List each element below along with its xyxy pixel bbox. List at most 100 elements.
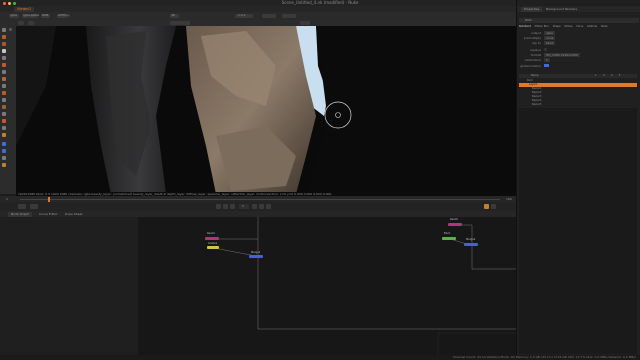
premultiply-label: premultiply — [523, 36, 541, 40]
gain-control[interactable] — [262, 13, 276, 18]
next-keyframe-button[interactable] — [259, 204, 264, 209]
tool-icon[interactable] — [2, 126, 6, 130]
replace-label: replace — [529, 48, 541, 52]
node-label: Grade1 — [208, 242, 218, 245]
bezier-icon[interactable] — [2, 35, 6, 39]
replace-checkbox[interactable] — [543, 48, 547, 51]
status-bar: Channel Count: 24 Localization Mode: On … — [0, 355, 640, 360]
select-icon[interactable] — [2, 28, 6, 32]
zoom-value: 1.2:1 — [238, 13, 246, 17]
smear-icon[interactable] — [2, 105, 6, 109]
tab-dope-sheet[interactable]: Dope Sheet — [62, 212, 86, 217]
tool-icon[interactable] — [2, 133, 6, 137]
roto-tool-button[interactable] — [28, 20, 34, 25]
node-blur1[interactable] — [442, 237, 456, 240]
subtab-clone[interactable]: Clone — [576, 25, 583, 28]
tab-node-graph[interactable]: Node Graph — [8, 211, 32, 217]
tab-background-renders[interactable]: Background Renders — [543, 7, 580, 12]
roto-option-dropdown[interactable] — [300, 20, 310, 25]
layer-name: Bezier3 — [532, 95, 542, 98]
node-header: Roto — [519, 18, 639, 23]
fps-field[interactable] — [18, 204, 26, 209]
global-motion-toggle[interactable] — [543, 64, 549, 67]
tool-icon[interactable] — [2, 163, 6, 167]
clip-to-label: clip to — [531, 41, 541, 45]
playhead[interactable] — [48, 196, 50, 202]
burn-icon[interactable] — [2, 119, 6, 123]
blur-icon[interactable] — [2, 91, 6, 95]
roto-tool-button[interactable] — [18, 20, 24, 25]
cache-button[interactable] — [491, 204, 496, 209]
node-merge2[interactable] — [464, 243, 478, 246]
format-dropdown[interactable]: HD_1080 1920x1080 — [543, 53, 580, 57]
tab-viewer1[interactable]: Viewer1 — [14, 6, 35, 12]
node-read2[interactable] — [448, 223, 462, 226]
subtab-node[interactable]: Node — [601, 25, 608, 28]
global-motion-label: global motion — [520, 64, 541, 68]
prev-keyframe-button[interactable] — [223, 204, 228, 209]
reveal-icon[interactable] — [2, 84, 6, 88]
zoom-window-icon[interactable] — [13, 1, 16, 5]
layers-header: Name L V C F — [519, 74, 637, 78]
channels-value: rgba — [10, 13, 17, 17]
layer-row[interactable]: Bezier5 — [519, 103, 637, 107]
output-row: output rgba — [519, 31, 637, 35]
replace-row: replace — [519, 48, 637, 52]
layer-name: Bezier2 — [532, 91, 542, 94]
motionblur-label: motionblur — [524, 58, 541, 62]
subtab-stroke[interactable]: Stroke — [564, 25, 572, 28]
motionblur-field[interactable]: 1 — [543, 58, 550, 62]
layer-name: Bezier4 — [532, 99, 542, 102]
properties-tab-bar: Properties Background Renders — [517, 6, 640, 12]
output-dropdown[interactable]: rgba — [543, 31, 555, 35]
properties-panel: Properties Background Renders Roto RotoP… — [516, 0, 640, 355]
premultiply-dropdown[interactable]: none — [543, 36, 556, 40]
active-tool-icon[interactable] — [2, 142, 6, 146]
frame-field[interactable] — [30, 204, 38, 209]
bspline-icon[interactable] — [2, 42, 6, 46]
last-frame-button[interactable] — [266, 204, 271, 209]
node-merge1[interactable] — [249, 255, 263, 258]
tool-option-icon[interactable] — [9, 28, 12, 31]
transport-bar: 1 — [0, 202, 520, 211]
clip-to-dropdown[interactable]: bbox — [543, 41, 556, 45]
layer-name: Root — [527, 79, 533, 82]
node-label: Merge2 — [466, 238, 476, 241]
subtab-motion-blur[interactable]: Motion Blur — [535, 25, 549, 28]
viewer-image[interactable] — [16, 26, 516, 194]
play-backward-button[interactable] — [230, 204, 235, 209]
clone-icon[interactable] — [2, 77, 6, 81]
tool-icon[interactable] — [2, 149, 6, 153]
node-read1[interactable] — [205, 237, 219, 240]
roto-option-dropdown[interactable] — [170, 20, 190, 25]
gamma-control[interactable] — [282, 13, 296, 18]
brush-icon[interactable] — [2, 63, 6, 67]
ellipse-icon[interactable] — [2, 49, 6, 53]
tab-properties[interactable]: Properties — [521, 6, 543, 12]
node-graph[interactable]: Read1 Grade1 Merge1 Read2 Blur1 Merge2 — [0, 217, 516, 355]
sharpen-icon[interactable] — [2, 98, 6, 102]
loop-button[interactable] — [484, 204, 489, 209]
dodge-icon[interactable] — [2, 112, 6, 116]
first-frame-button[interactable] — [216, 204, 221, 209]
minimize-window-icon[interactable] — [8, 1, 11, 5]
tool-icon[interactable] — [2, 156, 6, 160]
node-connections — [213, 217, 516, 355]
properties-empty-area — [519, 108, 637, 354]
subtab-lifetime[interactable]: Lifetime — [587, 25, 597, 28]
current-frame-value: 1 — [242, 204, 244, 208]
subtab-rotopaint[interactable]: RotoPaint — [519, 25, 531, 28]
clip-to-row: clip to bbox — [519, 41, 637, 45]
close-window-icon[interactable] — [3, 1, 6, 5]
eraser-icon[interactable] — [2, 70, 6, 74]
window-title: Scene_Untitled_4.nk (modified) - Nuke — [281, 0, 359, 5]
format-row: format HD_1080 1920x1080 — [519, 53, 637, 57]
layers-header-c: C — [611, 74, 613, 77]
node-name: Roto — [525, 18, 532, 22]
current-frame-field[interactable] — [239, 204, 249, 209]
node-grade1[interactable] — [207, 246, 219, 249]
rectangle-icon[interactable] — [2, 56, 6, 60]
tab-curve-editor[interactable]: Curve Editor — [36, 212, 61, 217]
subtab-shape[interactable]: Shape — [553, 25, 561, 28]
play-forward-button[interactable] — [252, 204, 257, 209]
